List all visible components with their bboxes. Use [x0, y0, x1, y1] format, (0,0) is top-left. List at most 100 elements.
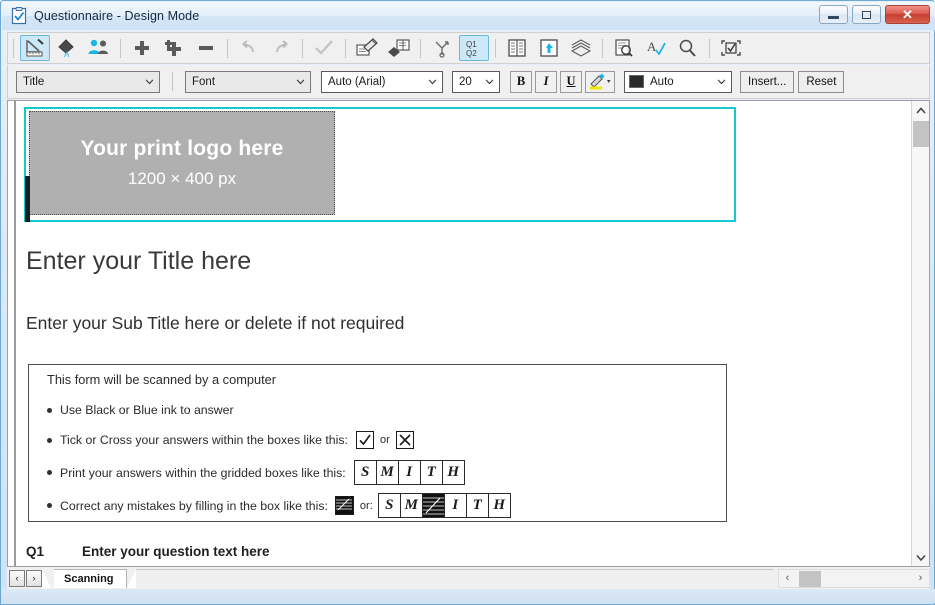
close-icon: ✕ [902, 7, 913, 22]
svg-text:A: A [64, 50, 70, 58]
next-sheet-label: › [32, 573, 36, 583]
undo-icon[interactable] [234, 35, 264, 61]
chevron-down-icon [145, 78, 154, 84]
svg-text:Q2: Q2 [466, 49, 477, 58]
tab-right-slope [126, 568, 136, 588]
maximize-button[interactable] [852, 5, 881, 24]
spell-check-icon[interactable]: A [641, 35, 671, 61]
zoom-icon[interactable] [673, 35, 703, 61]
instruction-bullet-2-text: Tick or Cross your answers within the bo… [60, 433, 348, 447]
grid-letters-sample: SMITH [353, 460, 465, 485]
svg-text:Q1: Q1 [466, 40, 477, 49]
grid-letter-cell: M [375, 460, 399, 485]
question-text[interactable]: Enter your question text here [82, 544, 270, 559]
design-mode-icon[interactable] [20, 35, 50, 61]
scroll-up-button[interactable] [912, 101, 929, 119]
svg-text:A: A [647, 39, 657, 54]
underline-button[interactable]: U [560, 70, 582, 93]
grid-letter-cell: H [441, 460, 465, 485]
document-canvas[interactable]: Your print logo here 1200 × 400 px Enter… [7, 100, 930, 567]
highlight-button[interactable] [585, 70, 615, 93]
remove-question-icon[interactable] [191, 35, 221, 61]
font-select[interactable]: Font [185, 70, 311, 93]
redo-icon[interactable] [266, 35, 296, 61]
add-subquestion-icon[interactable] [159, 35, 189, 61]
sample-joiner-or2: or: [359, 499, 373, 512]
vertical-scrollbar[interactable] [911, 101, 929, 566]
scroll-down-button[interactable] [912, 548, 929, 566]
tab-strip-filler [135, 568, 774, 588]
validate-icon[interactable] [309, 35, 339, 61]
add-question-icon[interactable] [127, 35, 157, 61]
instruction-bullet-3: Print your answers within the gridded bo… [47, 460, 465, 485]
print-preview-icon[interactable] [609, 35, 639, 61]
instruction-bullet-2: Tick or Cross your answers within the bo… [47, 431, 414, 449]
color-select[interactable]: Auto [624, 70, 732, 93]
layers-icon[interactable] [566, 35, 596, 61]
instructions-box[interactable]: This form will be scanned by a computer … [28, 364, 727, 522]
horizontal-scroll-thumb[interactable] [799, 570, 821, 587]
logo-placeholder-line1: Your print logo here [80, 137, 284, 160]
form-title[interactable]: Enter your Title here [26, 247, 251, 276]
bullet-dot-icon [47, 503, 52, 508]
form-page[interactable]: Your print logo here 1200 × 400 px Enter… [14, 101, 914, 566]
tab-scanning-label: Scanning [64, 572, 114, 585]
close-button[interactable]: ✕ [885, 5, 930, 24]
typeface-select[interactable]: Auto (Arial) [321, 70, 443, 93]
bold-label: B [516, 74, 526, 88]
style-select-value: Title [23, 75, 45, 88]
logo-resize-handle[interactable] [25, 176, 30, 222]
tab-left-slope [42, 568, 51, 588]
grid-letter-cell: S [353, 460, 377, 485]
reset-button[interactable]: Reset [798, 70, 845, 93]
chevron-down-icon [717, 78, 726, 84]
size-select[interactable]: 20 [452, 70, 500, 93]
hscroll-left-button[interactable]: ‹ [779, 572, 796, 584]
clipboard-check-icon [10, 7, 28, 25]
vertical-scroll-thumb[interactable] [913, 121, 929, 147]
bullet-dot-icon [47, 437, 52, 443]
minimize-button[interactable] [819, 5, 848, 24]
horizontal-scrollbar[interactable]: ‹ › [778, 568, 930, 588]
grid-letter-cell: T [465, 493, 489, 518]
question-row[interactable]: Q1 Enter your question text here [26, 544, 270, 559]
page-properties-icon[interactable] [384, 35, 414, 61]
next-sheet-button[interactable]: › [26, 569, 42, 587]
edit-page-icon[interactable] [352, 35, 382, 61]
italic-label: I [543, 74, 549, 88]
form-subtitle[interactable]: Enter your Sub Title here or delete if n… [26, 313, 404, 334]
logo-placeholder-line2: 1200 × 400 px [127, 169, 237, 188]
grid-letter-cell: S [377, 493, 401, 518]
fill-format-icon[interactable]: A [52, 35, 82, 61]
insert-button[interactable]: Insert... [740, 70, 795, 93]
instruction-bullet-1-text: Use Black or Blue ink to answer [60, 403, 234, 417]
instruction-bullet-4: Correct any mistakes by filling in the b… [47, 493, 511, 518]
size-select-value: 20 [459, 75, 472, 88]
scan-form-icon[interactable] [716, 35, 746, 61]
respondents-icon[interactable] [84, 35, 114, 61]
grid-letter-cell: H [487, 493, 511, 518]
hscroll-right-button[interactable]: › [912, 572, 929, 584]
grid-letter-cell: I [443, 493, 467, 518]
italic-button[interactable]: I [535, 70, 557, 93]
filled-box-sample [334, 496, 354, 515]
publish-icon[interactable] [534, 35, 564, 61]
instruction-bullet-1: Use Black or Blue ink to answer [47, 403, 234, 417]
grid-letter-cell-filled [421, 493, 445, 518]
bold-button[interactable]: B [510, 70, 532, 93]
font-select-value: Font [192, 75, 216, 88]
tab-scanning[interactable]: Scanning [54, 568, 127, 588]
logo-placeholder[interactable]: Your print logo here 1200 × 400 px [29, 111, 335, 215]
application-window: Questionnaire - Design Mode ✕ A Q1 Q2 A … [0, 0, 935, 605]
branching-icon[interactable] [427, 35, 457, 61]
previous-sheet-button[interactable]: ‹ [9, 569, 25, 587]
chevron-down-icon [916, 554, 926, 561]
typeface-select-value: Auto (Arial) [328, 75, 386, 88]
status-bar [2, 589, 935, 603]
style-select[interactable]: Title [16, 70, 160, 93]
color-swatch [629, 75, 644, 88]
grid-layout-icon[interactable] [502, 35, 532, 61]
instruction-bullet-4-text: Correct any mistakes by filling in the b… [60, 498, 328, 513]
question-numbering-icon[interactable]: Q1 Q2 [459, 35, 489, 61]
chevron-up-icon [916, 106, 926, 114]
